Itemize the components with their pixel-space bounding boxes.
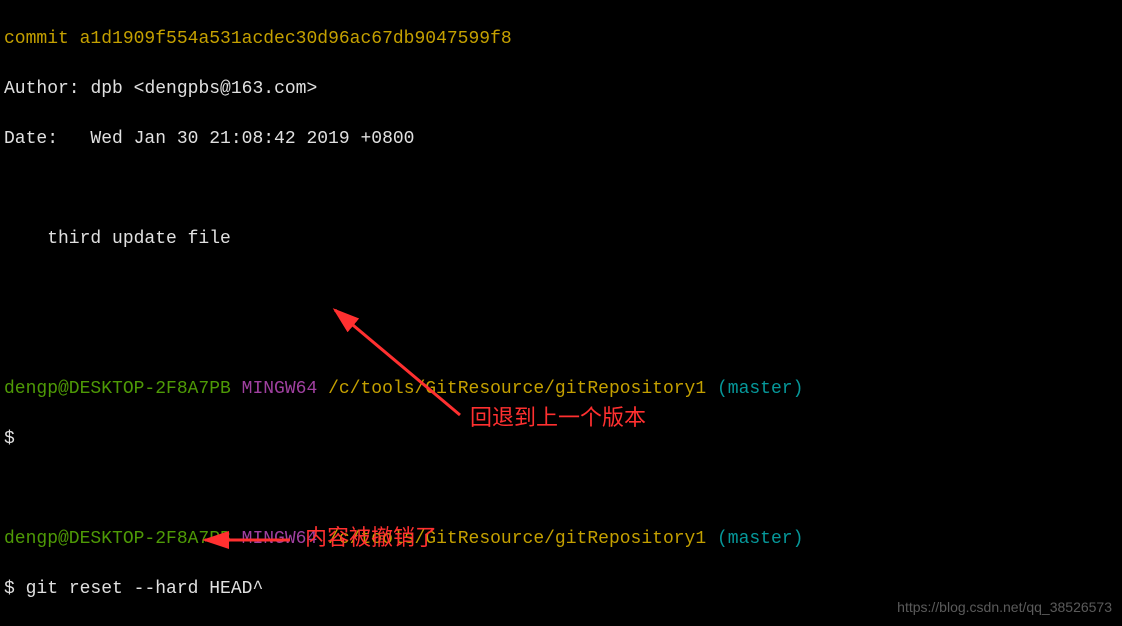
author-line: Author: dpb <dengpbs@163.com> (4, 77, 1118, 102)
prompt-line: dengp@DESKTOP-2F8A7PB MINGW64 /c/tools/G… (4, 377, 1118, 402)
blank-line (4, 327, 1118, 352)
terminal-output[interactable]: commit a1d1909f554a531acdec30d96ac67db90… (0, 0, 1122, 626)
blank-line (4, 277, 1118, 302)
command-line[interactable]: $ (4, 427, 1118, 452)
watermark: https://blog.csdn.net/qq_38526573 (897, 595, 1112, 620)
blank-line (4, 477, 1118, 502)
blank-line (4, 177, 1118, 202)
commit-line: commit a1d1909f554a531acdec30d96ac67db90… (4, 27, 1118, 52)
commit-message: third update file (4, 227, 1118, 252)
date-line: Date: Wed Jan 30 21:08:42 2019 +0800 (4, 127, 1118, 152)
prompt-line: dengp@DESKTOP-2F8A7PB MINGW64 /c/tools/G… (4, 527, 1118, 552)
